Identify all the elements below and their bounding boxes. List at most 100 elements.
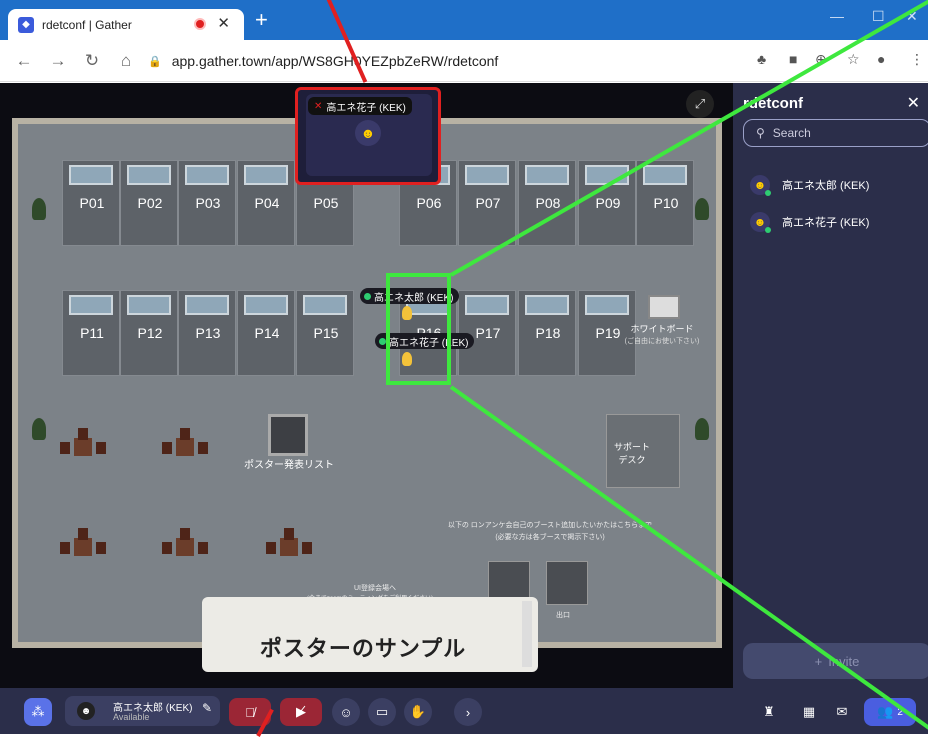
poster-board[interactable] bbox=[465, 165, 509, 185]
participants-panel: rdetconf ✕ ⚲ Search ☻ 高エネ太郎 (KEK) ☻ 高エネ花子 (… bbox=[733, 83, 928, 688]
poster-board[interactable] bbox=[185, 295, 229, 315]
poster-board[interactable] bbox=[244, 295, 288, 315]
booth-p01[interactable]: P01 bbox=[62, 160, 120, 246]
tab-title: rdetconf | Gather bbox=[42, 17, 132, 32]
gather-logo-icon[interactable]: ⁂ bbox=[24, 698, 52, 726]
online-status-icon bbox=[364, 292, 371, 300]
plant-icon bbox=[32, 198, 46, 220]
user-chip[interactable]: ☻ 高エネ太郎 (KEK) Available ✎ bbox=[65, 696, 220, 726]
chat-icon[interactable]: ✉ bbox=[830, 698, 854, 726]
booth-p11[interactable]: P11 bbox=[62, 290, 120, 376]
camera-toggle-button[interactable]: ▶̸ bbox=[280, 698, 322, 726]
meeting-table bbox=[162, 528, 208, 570]
poster-preview[interactable]: ポスターのサンプル bbox=[202, 597, 538, 672]
member-item[interactable]: ☻ 高エネ花子 (KEK) bbox=[750, 210, 869, 234]
booth-p18[interactable]: P18 bbox=[518, 290, 576, 376]
screen-object[interactable] bbox=[546, 561, 588, 605]
minimize-icon[interactable]: — bbox=[830, 8, 844, 24]
booth-p03[interactable]: P03 bbox=[178, 160, 236, 246]
poster-board[interactable] bbox=[303, 295, 347, 315]
poster-board[interactable] bbox=[525, 165, 569, 185]
poster-board[interactable] bbox=[585, 295, 629, 315]
meeting-table bbox=[266, 528, 312, 570]
booth-p13[interactable]: P13 bbox=[178, 290, 236, 376]
notice-text-2: (必要な方は各ブースで掲示下さい) bbox=[495, 534, 605, 541]
poster-title: ポスターのサンプル bbox=[259, 636, 467, 661]
meeting-table bbox=[162, 428, 208, 470]
menu-icon[interactable]: ⋮ bbox=[910, 51, 924, 68]
search-icon: ⚲ bbox=[756, 126, 765, 140]
poster-board[interactable] bbox=[244, 165, 288, 185]
poster-board[interactable] bbox=[525, 295, 569, 315]
close-tab-icon[interactable]: ✕ bbox=[217, 14, 230, 32]
hand-button[interactable]: ✋ bbox=[404, 698, 432, 726]
video-tile[interactable]: ✕ 高エネ花子 (KEK) ☻ bbox=[295, 87, 441, 185]
expand-icon[interactable]: ⤢ bbox=[686, 90, 714, 118]
url-field[interactable]: 🔒 app.gather.town/app/WS8GH0YEZpbZeRW/rd… bbox=[148, 49, 498, 73]
support-desk-label: サポート デスク bbox=[613, 442, 650, 465]
poster-board[interactable] bbox=[465, 295, 509, 315]
new-tab-button[interactable]: + bbox=[255, 7, 268, 33]
booth-p12[interactable]: P12 bbox=[120, 290, 178, 376]
poster-list-board[interactable] bbox=[268, 414, 308, 456]
home-icon[interactable]: ⌂ bbox=[116, 51, 136, 71]
video-tile-name: ✕ 高エネ花子 (KEK) bbox=[308, 97, 412, 115]
avatar: ☻ bbox=[77, 702, 95, 720]
camera-icon[interactable]: ■ bbox=[789, 51, 797, 67]
poster-board[interactable] bbox=[69, 295, 113, 315]
profile-icon[interactable]: ● bbox=[877, 51, 885, 67]
booth-p04[interactable]: P04 bbox=[237, 160, 295, 246]
whiteboard-note: (ご自由にお使い下さい) bbox=[624, 338, 700, 345]
booth-p10[interactable]: P10 bbox=[636, 160, 694, 246]
star-icon[interactable]: ☆ bbox=[847, 51, 860, 68]
booth-label: P15 bbox=[313, 325, 339, 341]
forward-icon[interactable]: → bbox=[48, 51, 68, 71]
booth-p15[interactable]: P15 bbox=[296, 290, 354, 376]
poster-board[interactable] bbox=[69, 165, 113, 185]
poster-board[interactable] bbox=[643, 165, 687, 185]
search-input[interactable]: ⚲ Search bbox=[743, 119, 928, 147]
bottom-toolbar: ⁂ ☻ 高エネ太郎 (KEK) Available ✎ 🎙̸ ▶̸ ☺ ▭ ✋ … bbox=[0, 688, 928, 734]
booth-p14[interactable]: P14 bbox=[237, 290, 295, 376]
meeting-table bbox=[60, 528, 106, 570]
booth-label: P06 bbox=[416, 195, 442, 211]
booth-label: P10 bbox=[653, 195, 679, 211]
more-button[interactable]: › bbox=[454, 698, 482, 726]
booth-p07[interactable]: P07 bbox=[458, 160, 516, 246]
calendar-icon[interactable]: ▦ bbox=[797, 698, 821, 726]
people-icon: 👥 bbox=[877, 704, 894, 719]
camera-off-icon: ▶̸ bbox=[296, 704, 306, 719]
poster-board[interactable] bbox=[127, 165, 171, 185]
whiteboard-label: ホワイトボード bbox=[630, 324, 694, 334]
booth-label: P18 bbox=[535, 325, 561, 341]
screenshare-button[interactable]: ▭ bbox=[368, 698, 396, 726]
maximize-icon[interactable]: ☐ bbox=[872, 8, 885, 25]
meeting-label: UI登録会場へ bbox=[354, 585, 396, 592]
highlight-box bbox=[386, 273, 451, 385]
building-icon[interactable]: ♜ bbox=[757, 698, 781, 726]
user-status: Available bbox=[113, 712, 150, 722]
reload-icon[interactable]: ↻ bbox=[82, 51, 102, 71]
back-icon[interactable]: ← bbox=[14, 51, 34, 71]
booth-label: P03 bbox=[195, 195, 221, 211]
meeting-table bbox=[60, 428, 106, 470]
poster-board[interactable] bbox=[185, 165, 229, 185]
add-user-icon: + bbox=[814, 653, 823, 669]
mic-muted-icon: 🎙̸ bbox=[245, 704, 255, 720]
edit-icon[interactable]: ✎ bbox=[202, 701, 212, 715]
whiteboard[interactable] bbox=[648, 295, 680, 319]
member-item[interactable]: ☻ 高エネ太郎 (KEK) bbox=[750, 173, 869, 197]
emoji-button[interactable]: ☺ bbox=[332, 698, 360, 726]
browser-tab[interactable]: ◆ rdetconf | Gather ✕ bbox=[8, 9, 244, 40]
plant-icon bbox=[695, 198, 709, 220]
booth-label: P04 bbox=[254, 195, 280, 211]
avatar: ☻ bbox=[750, 212, 771, 233]
avatar: ☻ bbox=[750, 175, 771, 196]
close-icon[interactable]: ✕ bbox=[907, 93, 920, 113]
notice-text: 以下の ロンアンケ会自己のブースト追加したいかたはこちらまで bbox=[447, 522, 653, 529]
booth-label: P01 bbox=[79, 195, 105, 211]
booth-p02[interactable]: P02 bbox=[120, 160, 178, 246]
poster-scrollbar[interactable] bbox=[522, 601, 532, 667]
extension-icon[interactable]: ♣ bbox=[757, 51, 766, 67]
poster-board[interactable] bbox=[127, 295, 171, 315]
